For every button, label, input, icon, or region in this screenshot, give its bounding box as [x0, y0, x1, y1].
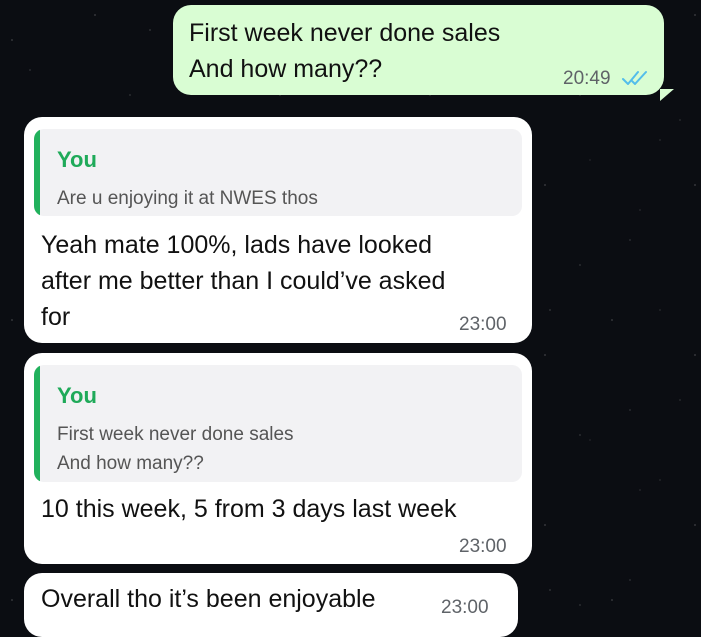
bubble-tail	[660, 89, 674, 101]
message-text-line: And how many??	[189, 55, 383, 83]
message-text-line: First week never done sales	[189, 19, 501, 47]
quote-accent-bar	[34, 365, 40, 482]
quote-text-line: And how many??	[57, 453, 204, 474]
double-check-icon	[622, 71, 647, 85]
quote-text-line: Are u enjoying it at NWES thos	[57, 188, 318, 209]
message-timestamp: 23:00	[441, 597, 489, 618]
message-text-line: 10 this week, 5 from 3 days last week	[41, 495, 457, 523]
message-bubble-outgoing[interactable]: First week never done sales And how many…	[173, 5, 674, 101]
message-timestamp: 23:00	[459, 314, 507, 335]
message-timestamp: 20:49	[563, 68, 611, 89]
message-text-line: Overall tho it’s been enjoyable	[41, 585, 376, 613]
message-bubble-incoming[interactable]: You First week never done sales And how …	[24, 353, 532, 564]
quoted-message[interactable]: You Are u enjoying it at NWES thos	[34, 129, 522, 216]
quote-author: You	[57, 147, 97, 172]
quote-accent-bar	[34, 129, 40, 216]
message-timestamp: 23:00	[459, 536, 507, 557]
quoted-message[interactable]: You First week never done sales And how …	[34, 365, 522, 482]
message-bubble-incoming[interactable]: You Are u enjoying it at NWES thos Yeah …	[24, 117, 532, 343]
message-bubble-incoming[interactable]: Overall tho it’s been enjoyable 23:00	[24, 573, 518, 637]
message-text-line: for	[41, 303, 71, 331]
message-text-line: after me better than I could’ve asked	[41, 267, 446, 295]
quote-text-line: First week never done sales	[57, 424, 294, 445]
quote-author: You	[57, 383, 97, 408]
message-text-line: Yeah mate 100%, lads have looked	[41, 231, 433, 259]
